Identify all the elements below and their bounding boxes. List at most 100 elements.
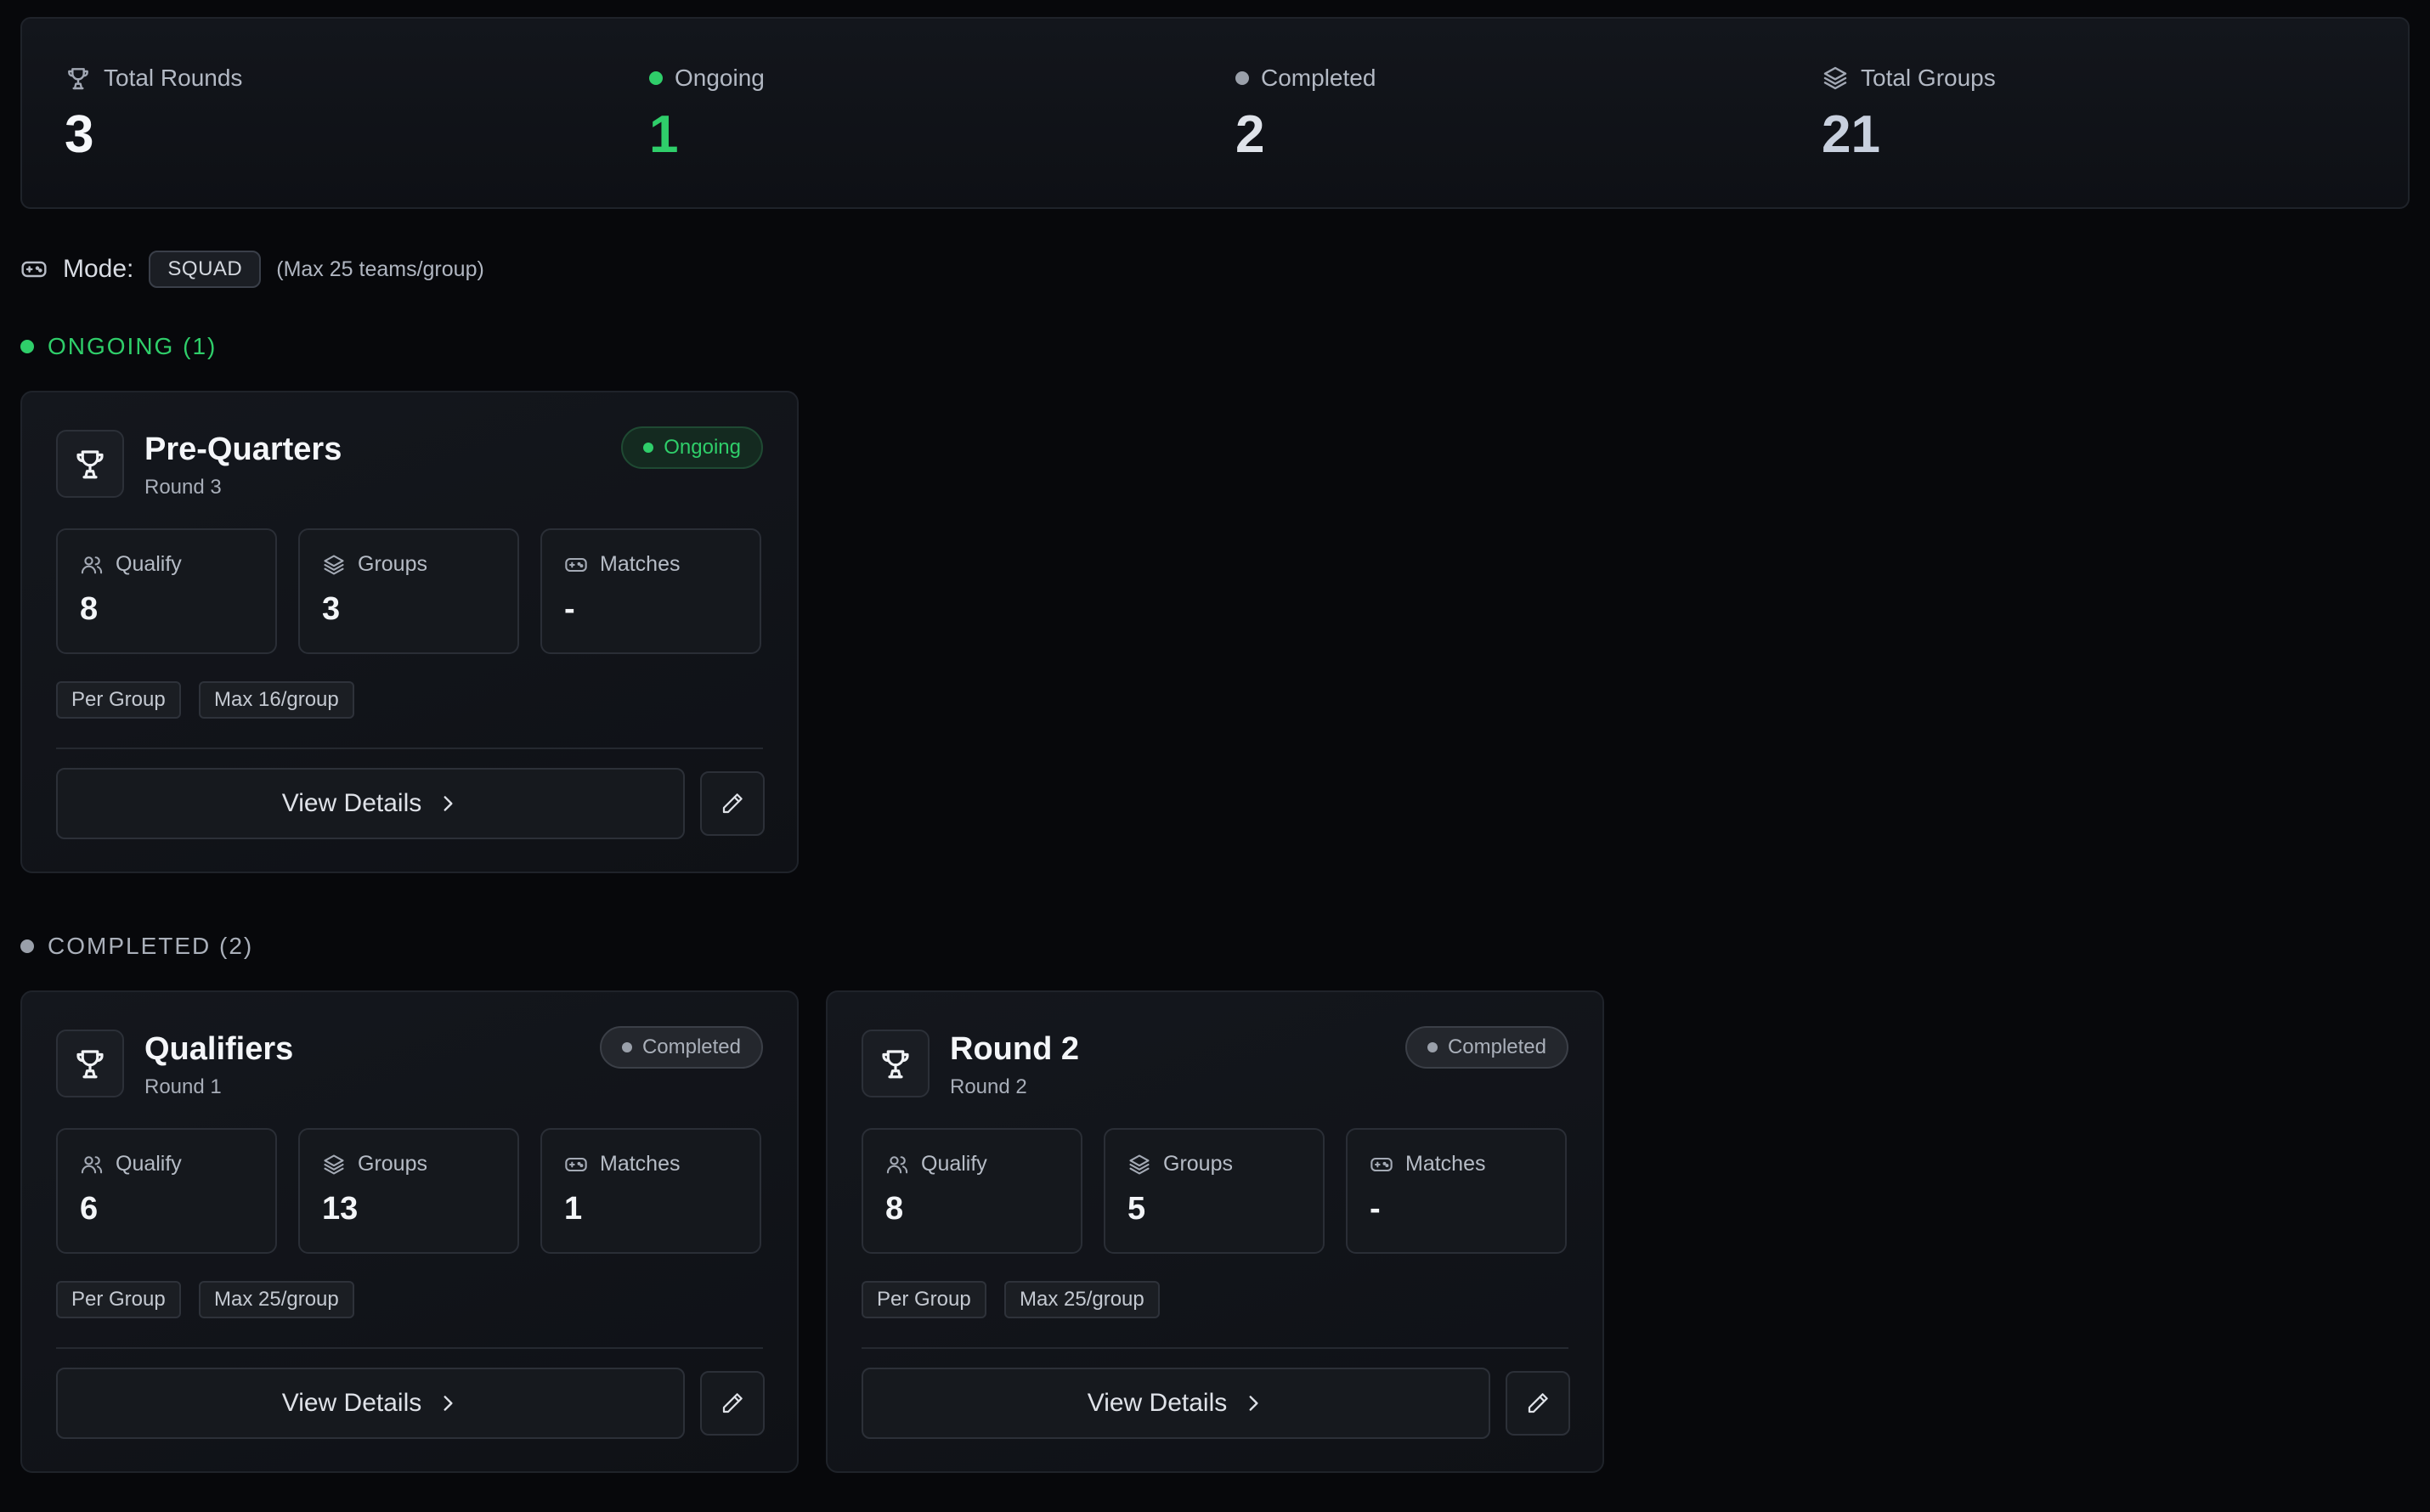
trophy-icon bbox=[65, 65, 92, 92]
gray-dot-icon bbox=[1235, 71, 1249, 85]
users-icon bbox=[80, 553, 104, 577]
status-badge: Ongoing bbox=[621, 426, 763, 469]
metric-value: 1 bbox=[564, 1191, 583, 1227]
metric-groups: Groups 5 bbox=[1104, 1128, 1325, 1254]
metric-matches: Matches 1 bbox=[540, 1128, 761, 1254]
metric-label: Groups bbox=[1163, 1152, 1233, 1176]
trophy-icon bbox=[56, 430, 124, 498]
round-card-qualifiers: Qualifiers Round 1 Completed Qualify 6 G… bbox=[20, 990, 799, 1473]
card-title: Round 2 bbox=[950, 1031, 1079, 1067]
card-title: Pre-Quarters bbox=[144, 432, 342, 467]
mode-row: Mode: SQUAD (Max 25 teams/group) bbox=[20, 250, 484, 289]
gamepad-icon bbox=[20, 256, 48, 283]
metric-label: Matches bbox=[600, 1152, 681, 1176]
green-dot-icon bbox=[649, 71, 663, 85]
metric-label: Groups bbox=[358, 1152, 427, 1176]
stat-value: 21 bbox=[1822, 105, 1880, 164]
status-badge: Completed bbox=[599, 1026, 763, 1069]
layers-icon bbox=[322, 1153, 346, 1176]
trophy-icon bbox=[862, 1030, 930, 1097]
view-details-button[interactable]: View Details bbox=[56, 768, 685, 839]
stat-label: Completed bbox=[1261, 65, 1376, 91]
section-completed-heading: COMPLETED (2) bbox=[20, 929, 253, 963]
status-label: Ongoing bbox=[664, 436, 741, 459]
stat-total-rounds: Total Rounds 3 bbox=[65, 63, 242, 161]
divider bbox=[862, 1347, 1568, 1349]
card-subtitle: Round 1 bbox=[144, 1075, 222, 1098]
metric-qualify: Qualify 6 bbox=[56, 1128, 277, 1254]
divider bbox=[56, 1347, 763, 1349]
stat-value: 3 bbox=[65, 105, 94, 164]
layers-icon bbox=[1822, 65, 1849, 92]
chevron-right-icon bbox=[437, 1392, 459, 1414]
divider bbox=[56, 748, 763, 749]
metric-value: 8 bbox=[80, 591, 99, 627]
edit-button[interactable] bbox=[700, 771, 765, 836]
pencil-icon bbox=[720, 791, 745, 816]
stat-completed: Completed 2 bbox=[1235, 63, 1376, 161]
chevron-right-icon bbox=[1242, 1392, 1264, 1414]
gamepad-icon bbox=[564, 553, 588, 577]
metric-label: Qualify bbox=[921, 1152, 987, 1176]
gamepad-icon bbox=[564, 1153, 588, 1176]
users-icon bbox=[885, 1153, 909, 1176]
round-card-round-2: Round 2 Round 2 Completed Qualify 8 Grou… bbox=[826, 990, 1604, 1473]
metric-matches: Matches - bbox=[540, 528, 761, 654]
trophy-icon bbox=[56, 1030, 124, 1097]
stat-value: 2 bbox=[1235, 105, 1265, 164]
metric-value: 8 bbox=[885, 1191, 904, 1227]
edit-button[interactable] bbox=[1506, 1371, 1570, 1436]
pencil-icon bbox=[1525, 1391, 1551, 1416]
metric-label: Qualify bbox=[116, 552, 182, 576]
metric-groups: Groups 13 bbox=[298, 1128, 519, 1254]
stat-label: Total Groups bbox=[1861, 65, 1996, 91]
metric-value: 13 bbox=[322, 1191, 359, 1227]
view-details-label: View Details bbox=[1087, 1389, 1228, 1417]
metric-value: 5 bbox=[1127, 1191, 1146, 1227]
card-subtitle: Round 3 bbox=[144, 476, 222, 499]
metric-qualify: Qualify 8 bbox=[56, 528, 277, 654]
stat-label: Ongoing bbox=[675, 65, 765, 91]
metric-label: Groups bbox=[358, 552, 427, 576]
metric-label: Qualify bbox=[116, 1152, 182, 1176]
metric-qualify: Qualify 8 bbox=[862, 1128, 1082, 1254]
mode-label: Mode: bbox=[63, 255, 134, 283]
status-dot-icon bbox=[1427, 1042, 1438, 1052]
layers-icon bbox=[1127, 1153, 1151, 1176]
round-card-pre-quarters: Pre-Quarters Round 3 Ongoing Qualify 8 G… bbox=[20, 391, 799, 873]
gamepad-icon bbox=[1370, 1153, 1393, 1176]
tag-per-group: Per Group bbox=[56, 681, 181, 719]
metric-label: Matches bbox=[1405, 1152, 1486, 1176]
users-icon bbox=[80, 1153, 104, 1176]
view-details-button[interactable]: View Details bbox=[56, 1368, 685, 1439]
metric-value: 3 bbox=[322, 591, 341, 627]
status-dot-icon bbox=[621, 1042, 632, 1052]
layers-icon bbox=[322, 553, 346, 577]
view-details-button[interactable]: View Details bbox=[862, 1368, 1490, 1439]
view-details-label: View Details bbox=[281, 1389, 422, 1417]
status-dot-icon bbox=[643, 443, 654, 453]
mode-note: (Max 25 teams/group) bbox=[276, 257, 484, 281]
stat-ongoing: Ongoing 1 bbox=[649, 63, 765, 161]
card-title: Qualifiers bbox=[144, 1031, 294, 1067]
chevron-right-icon bbox=[437, 793, 459, 815]
section-label: ONGOING (1) bbox=[48, 333, 218, 359]
status-label: Completed bbox=[641, 1035, 741, 1058]
green-dot-icon bbox=[20, 340, 34, 353]
edit-button[interactable] bbox=[700, 1371, 765, 1436]
metric-label: Matches bbox=[600, 552, 681, 576]
metric-value: 6 bbox=[80, 1191, 99, 1227]
stat-total-groups: Total Groups 21 bbox=[1822, 63, 1996, 161]
metric-matches: Matches - bbox=[1346, 1128, 1567, 1254]
tag-per-group: Per Group bbox=[862, 1281, 986, 1318]
status-label: Completed bbox=[1447, 1035, 1546, 1058]
stat-value: 1 bbox=[649, 105, 679, 164]
metric-value: - bbox=[1370, 1191, 1381, 1227]
stat-label: Total Rounds bbox=[104, 65, 243, 91]
tag-max-per-group: Max 25/group bbox=[1004, 1281, 1160, 1318]
view-details-label: View Details bbox=[281, 789, 422, 817]
metric-value: - bbox=[564, 591, 575, 627]
section-label: COMPLETED (2) bbox=[48, 933, 254, 959]
stats-bar: Total Rounds 3 Ongoing 1 Completed 2 Tot… bbox=[20, 17, 2410, 209]
section-ongoing-heading: ONGOING (1) bbox=[20, 330, 217, 364]
